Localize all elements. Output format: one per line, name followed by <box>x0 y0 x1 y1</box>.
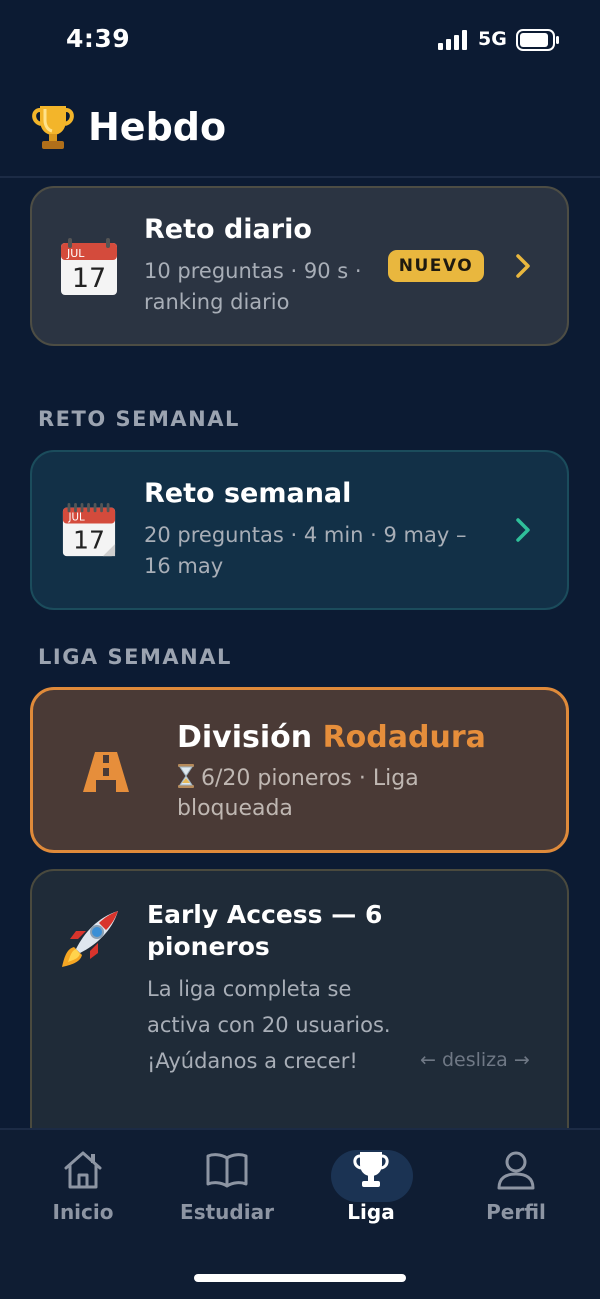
chevron-right-icon[interactable] <box>513 516 533 544</box>
network-label: 5G <box>478 28 507 50</box>
nav-item-liga[interactable]: Liga <box>306 1148 436 1238</box>
calendar-icon: JUL 17 <box>62 503 116 557</box>
weekly-challenge-title: Reto semanal <box>144 478 352 509</box>
new-badge: NUEVO <box>388 250 484 282</box>
early-access-body: La liga completa se activa con 20 usuari… <box>147 977 391 1073</box>
road-icon <box>83 752 129 792</box>
weekly-challenge-card[interactable]: JUL 17 Reto semanal 20 preguntas · 4 min… <box>30 450 569 610</box>
daily-challenge-title: Reto diario <box>144 214 312 245</box>
battery-icon <box>516 29 559 51</box>
league-title-prefix: División <box>177 720 323 755</box>
user-icon <box>497 1151 535 1190</box>
calendar-icon: JUL 17 <box>61 238 117 295</box>
hourglass-icon <box>178 764 194 788</box>
nav-label: Inicio <box>52 1200 114 1224</box>
page-title: Hebdo <box>88 105 227 149</box>
calendar-day: 17 <box>73 526 105 555</box>
calendar-month: JUL <box>66 247 85 260</box>
nav-label: Liga <box>347 1200 395 1224</box>
status-time: 4:39 <box>66 24 131 53</box>
trophy-icon <box>32 106 74 149</box>
nav-label: Perfil <box>486 1200 546 1224</box>
book-icon <box>206 1153 248 1188</box>
home-icon <box>64 1151 102 1189</box>
rocket-icon <box>62 911 118 967</box>
section-label-weekly: RETO SEMANAL <box>38 407 240 431</box>
chevron-right-icon[interactable] <box>513 252 533 280</box>
home-indicator[interactable] <box>194 1274 406 1282</box>
daily-challenge-subtitle: 10 preguntas · 90 s · ranking diario <box>144 259 362 314</box>
section-label-league: LIGA SEMANAL <box>38 645 232 669</box>
scroll-area[interactable]: JUL 17 Reto diario 10 preguntas · 90 s ·… <box>0 178 600 1128</box>
app-header: Hebdo <box>30 92 226 162</box>
calendar-month: JUL <box>68 512 86 524</box>
daily-challenge-card[interactable]: JUL 17 Reto diario 10 preguntas · 90 s ·… <box>30 186 569 346</box>
weekly-challenge-subtitle: 20 preguntas · 4 min · 9 may – 16 may <box>144 523 467 578</box>
early-access-title: Early Access — 6 pioneros <box>147 900 383 961</box>
calendar-day: 17 <box>72 263 106 294</box>
status-bar: 4:39 5G <box>0 0 600 80</box>
league-division-name: Rodadura <box>322 720 486 755</box>
league-status-text: 6/20 pioneros · Liga bloqueada <box>177 766 419 821</box>
league-division-card[interactable]: División Rodadura 6/20 pioneros · Liga b… <box>30 687 569 853</box>
nav-item-estudiar[interactable]: Estudiar <box>162 1148 292 1238</box>
league-division-title: División Rodadura <box>177 720 486 755</box>
early-access-card[interactable]: Early Access — 6 pioneros La liga comple… <box>30 869 569 1128</box>
trophy-icon <box>353 1152 389 1187</box>
nav-label: Estudiar <box>180 1200 274 1224</box>
league-status: 6/20 pioneros · Liga bloqueada <box>177 764 507 824</box>
nav-item-inicio[interactable]: Inicio <box>18 1148 148 1238</box>
nav-item-perfil[interactable]: Perfil <box>451 1148 581 1238</box>
swipe-hint: ← desliza → <box>420 1049 530 1071</box>
signal-icon <box>438 30 467 50</box>
